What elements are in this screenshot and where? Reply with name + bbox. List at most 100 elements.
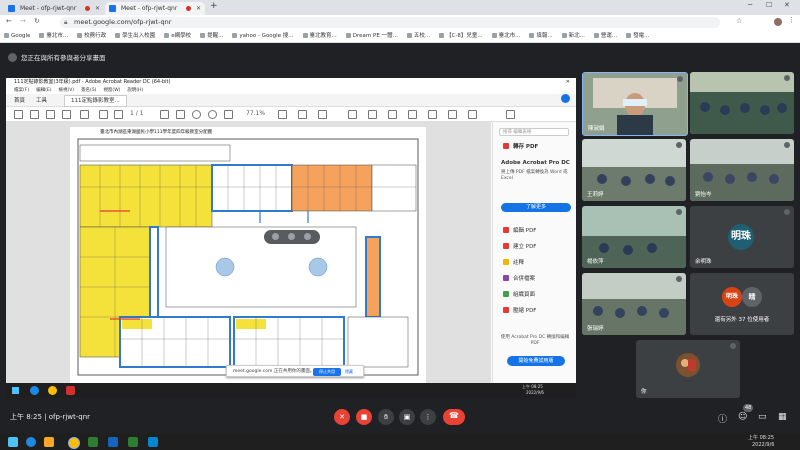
participant-tile[interactable]: 張瑞婷 [582, 273, 686, 335]
bookmark-item[interactable]: Dream PE 一體... [346, 30, 398, 42]
comment-icon[interactable] [348, 110, 357, 119]
learn-more-button[interactable]: 了解更多 [501, 203, 571, 212]
self-view-tile[interactable]: 你 [636, 340, 740, 398]
menu-item-window[interactable]: 視窗(W) [103, 88, 120, 93]
create-pdf-item[interactable]: 建立 PDF [503, 242, 536, 250]
back-arrow-icon[interactable]: ← [6, 17, 12, 25]
edge-icon[interactable] [26, 437, 36, 447]
chrome-icon[interactable] [68, 437, 80, 449]
save-icon[interactable] [14, 110, 23, 119]
participant-tile[interactable]: 王莉婷 [582, 139, 686, 201]
stamp-icon[interactable] [448, 110, 457, 119]
more-options-button[interactable]: ⋮ [420, 409, 436, 425]
menu-item-file[interactable]: 檔案(F) [14, 88, 29, 93]
tab-home[interactable]: 首頁 [14, 96, 25, 104]
search-icon[interactable] [80, 110, 89, 119]
email-icon[interactable] [62, 110, 71, 119]
participant-tile[interactable]: 明珠 余明珠 [690, 206, 794, 268]
app-icon[interactable] [148, 437, 158, 447]
print-icon[interactable] [46, 110, 55, 119]
menu-item-edit[interactable]: 編輯(E) [36, 88, 51, 93]
activities-icon[interactable]: ▦ [778, 412, 787, 422]
maximize-window-button[interactable]: ☐ [766, 1, 772, 9]
zoom-in-icon[interactable] [208, 110, 217, 119]
fit-page-icon[interactable] [278, 110, 287, 119]
close-window-button[interactable]: ✕ [566, 78, 570, 87]
edit-pdf-item[interactable]: 編輯 PDF [503, 226, 536, 234]
page-layout-icon[interactable] [298, 110, 307, 119]
bookmark-item[interactable]: 【C-8】兒童... [439, 30, 483, 42]
bookmark-item[interactable]: 校務行政 [77, 30, 106, 42]
bookmark-item[interactable]: 臺北市... [39, 30, 68, 42]
excel-icon[interactable] [88, 437, 98, 447]
stop-sharing-button[interactable]: 停止共用 [313, 368, 341, 376]
end-call-button[interactable]: ☎︎ [443, 409, 465, 425]
bookmark-item[interactable]: 營運... [594, 30, 617, 42]
comment-icon[interactable] [318, 110, 327, 119]
bookmark-item[interactable]: 學生出入校園 [115, 30, 155, 42]
text-icon[interactable] [428, 110, 437, 119]
more-options-icon[interactable] [304, 233, 311, 240]
bookmark-item[interactable]: 提醒... [200, 30, 223, 42]
url-field[interactable]: 🔒︎ meet.google.com/ofp-rjwt-qnr [60, 17, 720, 28]
bookmark-item[interactable]: yahoo - Google 搜... [232, 30, 293, 42]
upload-icon[interactable] [30, 110, 39, 119]
page-fit-icon[interactable] [224, 110, 233, 119]
minimize-window-button[interactable]: ─ [748, 1, 752, 9]
menu-item-view[interactable]: 檢視(V) [58, 88, 74, 93]
more-participants-tile[interactable]: 明珠 晴 還有另外 37 位使用者 [690, 273, 794, 335]
compress-pdf-item[interactable]: 壓縮 PDF [503, 306, 536, 314]
bookmark-item[interactable]: 臺北市... [492, 30, 521, 42]
camera-toggle-button[interactable]: ■ [356, 409, 372, 425]
participant-tile[interactable] [690, 72, 794, 134]
highlight-pen-icon[interactable] [368, 110, 377, 119]
fullscreen-icon[interactable] [288, 233, 295, 240]
hide-notification-button[interactable]: 隱藏 [345, 368, 353, 376]
menu-item-help[interactable]: 說明(H) [127, 88, 143, 93]
forward-arrow-icon[interactable]: → [20, 17, 26, 25]
tab-tools[interactable]: 工具 [36, 96, 47, 104]
organize-pages-item[interactable]: 組織頁面 [503, 290, 535, 298]
profile-avatar[interactable] [774, 18, 782, 26]
share-icon[interactable] [506, 110, 515, 119]
star-bookmark-icon[interactable]: ☆ [736, 17, 742, 25]
page-indicator[interactable]: 1 / 1 [130, 110, 143, 117]
close-tab-icon[interactable]: ✕ [95, 2, 100, 15]
tools-search-input[interactable]: 搜尋 編輯表格 [499, 128, 569, 136]
file-explorer-icon[interactable] [44, 437, 54, 447]
tab-document[interactable]: 111定點錄影教室... [64, 95, 127, 107]
account-icon[interactable] [561, 94, 570, 103]
new-tab-button[interactable]: + [210, 1, 218, 11]
menu-item-sign[interactable]: 簽名(S) [81, 88, 96, 93]
info-icon[interactable]: ⓘ [718, 412, 727, 425]
participant-tile[interactable]: 劉怡岑 [690, 139, 794, 201]
start-trial-button[interactable]: 開始免費試用版 [507, 356, 565, 366]
chat-icon[interactable]: ▭ [758, 412, 767, 422]
close-window-button[interactable]: ✕ [784, 1, 790, 9]
pin-icon[interactable] [272, 233, 279, 240]
select-cursor-icon[interactable] [160, 110, 169, 119]
pencil-icon[interactable] [388, 110, 397, 119]
mic-toggle-button[interactable]: ✕ [334, 409, 350, 425]
browser-tab-active[interactable]: Meet - ofp-rjwt-qnr ✕ [105, 2, 205, 15]
present-button[interactable]: ▣ [399, 409, 415, 425]
people-icon[interactable]: ☺︎ [738, 412, 747, 422]
bookmark-item[interactable]: Google [4, 30, 30, 42]
word-icon[interactable] [108, 437, 118, 447]
bookmark-item[interactable]: 新北... [562, 30, 585, 42]
combine-files-item[interactable]: 合併檔案 [503, 274, 535, 282]
comment-tool-item[interactable]: 註釋 [503, 258, 524, 266]
hand-tool-icon[interactable] [176, 110, 185, 119]
more-options-icon[interactable]: ⋮ [788, 16, 795, 24]
page-down-icon[interactable] [114, 110, 123, 119]
participant-tile[interactable]: 陳淑娟 [582, 72, 688, 136]
sign-icon[interactable] [468, 110, 477, 119]
bookmark-item[interactable]: e網學校 [164, 30, 191, 42]
windows-start-icon[interactable] [8, 437, 18, 447]
page-up-icon[interactable] [99, 110, 108, 119]
spreadsheet-icon[interactable] [128, 437, 138, 447]
bookmark-item[interactable]: 五校... [407, 30, 430, 42]
bookmark-item[interactable]: 填報... [529, 30, 552, 42]
bookmark-item[interactable]: 臺北教育... [303, 30, 337, 42]
participant-tile[interactable]: 楊依萍 [582, 206, 686, 268]
